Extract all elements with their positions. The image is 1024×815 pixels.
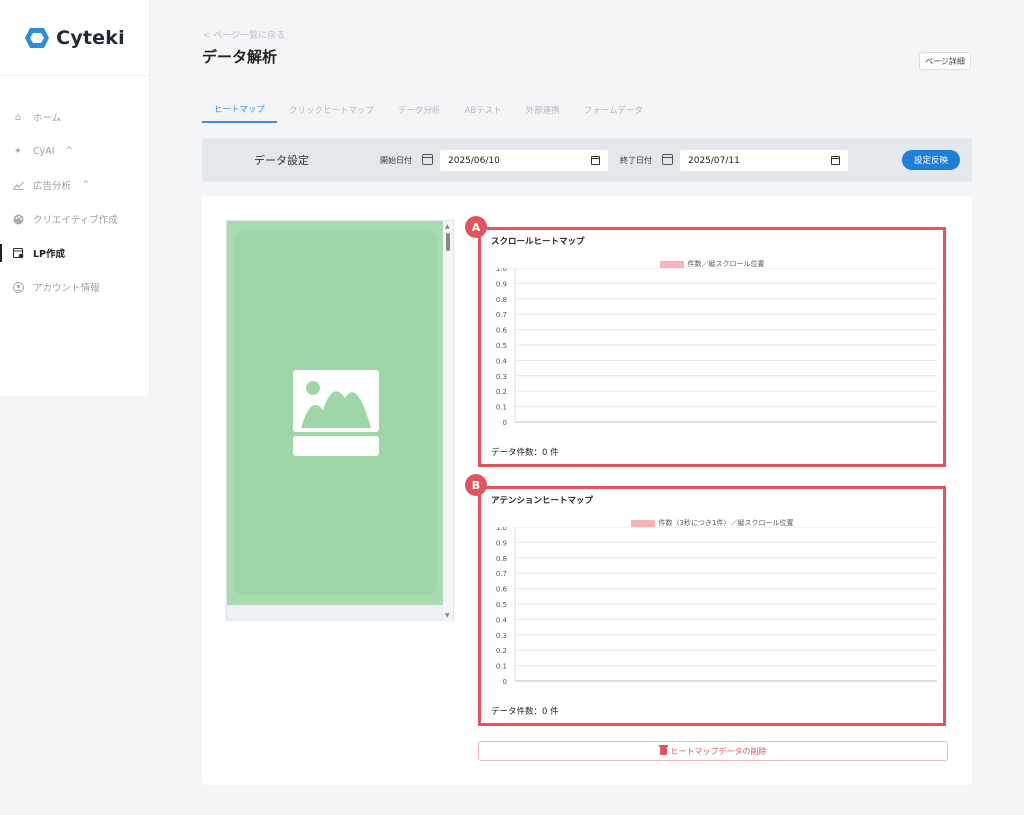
y-tick-label: 1.0 — [496, 527, 507, 532]
sidebar-item-label: LP作成 — [33, 249, 66, 260]
delete-heatmap-label: ヒートマップデータの削除 — [670, 746, 767, 756]
tab-ab-test[interactable]: ABテスト — [453, 96, 514, 123]
panel-title: アテンションヒートマップ — [491, 496, 594, 506]
start-date-label: 開始日付 — [380, 155, 412, 165]
y-tick-label: 0 — [503, 678, 507, 686]
calendar-icon — [662, 154, 673, 165]
chevron-up-icon: ^ — [82, 180, 90, 190]
chevron-up-icon: ^ — [65, 146, 74, 156]
data-count: データ件数：0 件 — [491, 448, 559, 458]
y-tick-label: 0.2 — [496, 388, 507, 396]
calendar-icon — [422, 154, 433, 165]
scroll-up-icon[interactable]: ▲ — [445, 223, 450, 230]
legend-swatch — [659, 260, 684, 268]
sidebar: Cyteki ⌂ ホーム ✦ CyAI ^ 広告分析 ^ クリエイティブ作成 L… — [0, 0, 150, 396]
data-settings-label: データ設定 — [254, 154, 309, 167]
calendar-picker-icon[interactable] — [831, 156, 840, 165]
y-tick-label: 0.1 — [496, 663, 507, 671]
page-title: データ解析 — [202, 48, 278, 66]
home-icon: ⌂ — [14, 111, 22, 123]
attention-heatmap-chart: 1.0 0.9 0.8 0.7 0.6 0.5 0.4 0.3 0.2 0.1 0 — [496, 527, 937, 686]
preview-viewport — [227, 221, 445, 605]
palette-icon — [12, 213, 24, 225]
delete-heatmap-button[interactable]: ヒートマップデータの削除 — [478, 741, 948, 761]
chart-line-icon — [12, 179, 24, 191]
y-tick-label: 0.4 — [496, 616, 508, 624]
back-link-label: ページ一覧に戻る — [213, 31, 286, 41]
tab-bar: ヒートマップ クリックヒートマップ データ分析 ABテスト 外部連携 フォームデ… — [202, 96, 655, 123]
back-link[interactable]: < ページ一覧に戻る — [203, 28, 285, 41]
start-date-input[interactable]: 2025/06/10 — [440, 150, 608, 171]
data-count: データ件数：0 件 — [491, 707, 559, 717]
tab-data-analysis[interactable]: データ分析 — [386, 96, 453, 123]
scroll-heatmap-chart: 1.0 0.9 0.8 0.7 0.6 0.5 0.4 0.3 0.2 0.1 0 — [496, 268, 937, 427]
panel-title: スクロールヒートマップ — [491, 237, 585, 247]
heatmap-card: ▲ ▼ スクロールヒートマップ 件数／縦スクロール位置 1.0 0.9 0.8 0.7… — [202, 196, 972, 785]
sidebar-item-lp[interactable]: LP作成 — [0, 236, 149, 270]
scroll-down-icon[interactable]: ▼ — [445, 612, 450, 619]
sidebar-item-creative[interactable]: クリエイティブ作成 — [0, 202, 149, 236]
page-detail-button[interactable]: ページ詳細 — [919, 52, 971, 70]
apply-settings-button[interactable]: 設定反映 — [902, 150, 960, 170]
y-tick-label: 0.9 — [496, 280, 507, 288]
end-date-value: 2025/07/11 — [688, 155, 740, 166]
sidebar-item-label: アカウント情報 — [33, 283, 100, 294]
lp-preview[interactable]: ▲ ▼ — [226, 220, 454, 621]
y-tick-label: 0.7 — [496, 311, 507, 319]
y-tick-label: 0.2 — [496, 647, 507, 655]
y-tick-label: 0.4 — [496, 357, 508, 365]
annotation-badge-a: A — [465, 216, 487, 238]
sidebar-nav: ⌂ ホーム ✦ CyAI ^ 広告分析 ^ クリエイティブ作成 LP作成 アカウ… — [0, 76, 149, 304]
scroll-heatmap-panel: スクロールヒートマップ 件数／縦スクロール位置 1.0 0.9 0.8 0.7 0.6 0… — [478, 227, 946, 467]
sidebar-item-home[interactable]: ⌂ ホーム — [0, 100, 149, 134]
sidebar-item-ad-analysis[interactable]: 広告分析 ^ — [0, 168, 149, 202]
sidebar-item-label: クリエイティブ作成 — [33, 215, 118, 226]
sidebar-item-label: CyAI — [33, 145, 55, 157]
y-tick-label: 0.1 — [496, 404, 507, 412]
y-tick-label: 0.7 — [496, 570, 507, 578]
y-tick-label: 0.6 — [496, 327, 508, 335]
tab-heatmap[interactable]: ヒートマップ — [202, 96, 278, 123]
chevron-left-icon: < — [203, 31, 211, 41]
start-date-value: 2025/06/10 — [448, 155, 500, 166]
logo-hexagon-icon — [25, 27, 50, 48]
y-tick-label: 0.5 — [496, 601, 507, 609]
scroll-thumb[interactable] — [446, 233, 450, 251]
end-date-input[interactable]: 2025/07/11 — [680, 150, 848, 171]
tab-external[interactable]: 外部連携 — [514, 96, 572, 123]
sidebar-item-label: 広告分析 — [33, 181, 72, 192]
attention-heatmap-panel: アテンションヒートマップ 件数（3秒につき1件）／縦スクロール位置 1.0 0.9… — [478, 486, 946, 726]
legend-swatch — [630, 519, 655, 527]
y-tick-label: 0.8 — [496, 555, 507, 563]
sparkle-icon: ✦ — [13, 145, 23, 157]
y-tick-label: 0.3 — [496, 373, 507, 381]
y-tick-label: 0.6 — [496, 586, 508, 594]
sidebar-item-cyai[interactable]: ✦ CyAI ^ — [0, 134, 149, 168]
logo[interactable]: Cyteki — [0, 0, 149, 76]
y-tick-label: 0 — [503, 419, 507, 427]
y-tick-label: 1.0 — [496, 268, 507, 273]
lp-icon — [12, 247, 24, 259]
data-settings-bar: データ設定 開始日付 2025/06/10 終了日付 2025/07/11 設定… — [202, 138, 972, 182]
annotation-badge-b: B — [465, 474, 487, 496]
sidebar-item-account[interactable]: アカウント情報 — [0, 270, 149, 304]
tab-click-heatmap[interactable]: クリックヒートマップ — [277, 96, 386, 123]
image-placeholder-icon — [292, 370, 379, 456]
y-tick-label: 0.9 — [496, 539, 507, 547]
calendar-picker-icon[interactable] — [591, 156, 600, 165]
y-tick-label: 0.3 — [496, 632, 507, 640]
account-icon — [12, 281, 24, 293]
y-tick-label: 0.5 — [496, 342, 507, 350]
preview-scrollbar[interactable]: ▲ ▼ — [443, 221, 453, 621]
sidebar-item-label: ホーム — [33, 113, 62, 124]
end-date-label: 終了日付 — [620, 155, 652, 165]
logo-text: Cyteki — [56, 26, 125, 49]
tab-form-data[interactable]: フォームデータ — [572, 96, 655, 123]
y-tick-label: 0.8 — [496, 296, 507, 304]
preview-placeholder — [234, 231, 437, 595]
trash-icon — [658, 745, 668, 755]
